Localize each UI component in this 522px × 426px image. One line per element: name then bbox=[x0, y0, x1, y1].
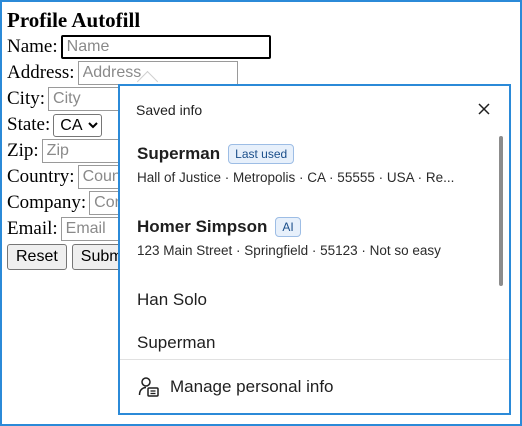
popup-header: Saved info bbox=[136, 102, 203, 118]
city-label: City: bbox=[7, 88, 46, 109]
suggestion-subtitle: Hall of Justice · Metropolis · CA · 5555… bbox=[137, 170, 455, 185]
suggestion-item-superman-2[interactable]: Superman bbox=[137, 333, 487, 353]
name-input[interactable] bbox=[60, 35, 271, 59]
suggestion-name: Homer Simpson bbox=[137, 217, 268, 236]
suggestion-item-superman-1[interactable]: Superman Last used Hall of Justice · Met… bbox=[137, 144, 487, 185]
close-icon bbox=[478, 103, 490, 115]
manage-label: Manage personal info bbox=[170, 377, 334, 396]
suggestion-name: Han Solo bbox=[137, 290, 207, 309]
person-id-icon bbox=[138, 377, 159, 397]
address-row: Address: bbox=[7, 60, 522, 86]
state-select[interactable]: CA bbox=[53, 113, 103, 137]
state-label: State: bbox=[7, 114, 51, 135]
autofill-popup: Saved info Superman Last used Hall of Ju… bbox=[118, 84, 511, 415]
suggestion-item-han-solo[interactable]: Han Solo bbox=[137, 290, 487, 310]
country-label: Country: bbox=[7, 166, 75, 187]
email-label: Email: bbox=[7, 218, 58, 239]
zip-label: Zip: bbox=[7, 140, 39, 161]
suggestion-item-homer-simpson[interactable]: Homer Simpson AI 123 Main Street · Sprin… bbox=[137, 217, 487, 258]
name-label: Name: bbox=[7, 36, 58, 57]
suggestion-subtitle: 123 Main Street · Springfield · 55123 · … bbox=[137, 243, 441, 258]
ai-badge: AI bbox=[275, 217, 301, 237]
suggestion-title: Superman Last used bbox=[137, 144, 487, 164]
page-title: Profile Autofill bbox=[7, 8, 141, 32]
reset-button[interactable]: Reset bbox=[7, 244, 67, 270]
scrollbar[interactable] bbox=[499, 136, 503, 286]
close-button[interactable] bbox=[473, 98, 495, 120]
suggestion-name: Superman bbox=[137, 144, 221, 163]
manage-personal-info-button[interactable]: Manage personal info bbox=[138, 376, 334, 398]
name-row: Name: bbox=[7, 34, 522, 60]
popup-divider bbox=[120, 359, 509, 360]
suggestion-name: Superman bbox=[137, 333, 216, 352]
company-label: Company: bbox=[7, 192, 87, 213]
last-used-badge: Last used bbox=[228, 144, 295, 164]
address-label: Address: bbox=[7, 62, 75, 83]
suggestion-title: Homer Simpson AI bbox=[137, 217, 487, 237]
